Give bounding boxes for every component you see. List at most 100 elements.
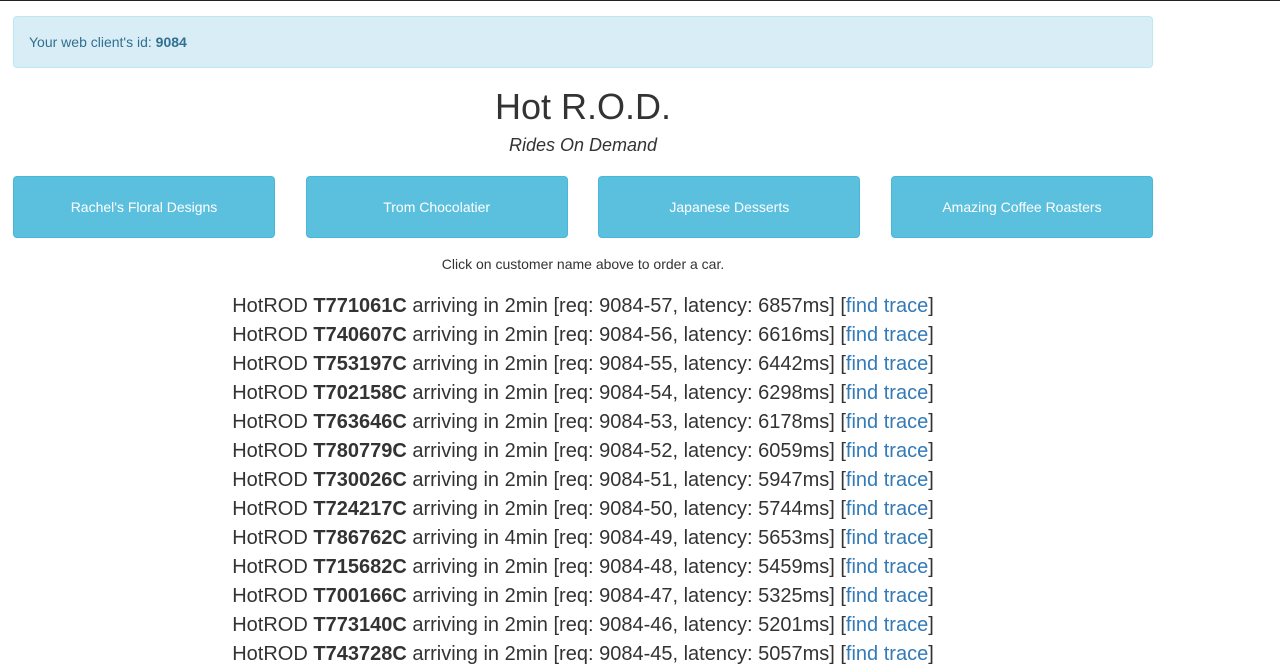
ride-latency: 5653ms <box>758 527 830 549</box>
ride-arriving-label: arriving in <box>406 556 505 578</box>
find-trace-link[interactable]: find trace <box>846 440 928 462</box>
ride-latency-label: , latency: <box>672 440 759 462</box>
ride-prefix: HotROD <box>232 469 314 491</box>
ride-prefix: HotROD <box>232 353 314 375</box>
ride-eta: 2min <box>504 498 548 520</box>
ride-latency: 6059ms <box>758 440 830 462</box>
ride-arriving-label: arriving in <box>406 585 505 607</box>
ride-latency: 6178ms <box>758 411 830 433</box>
ride-car-id: T773140C <box>313 614 407 636</box>
find-trace-link[interactable]: find trace <box>846 643 928 665</box>
ride-prefix: HotROD <box>232 295 314 317</box>
ride-car-id: T780779C <box>313 440 407 462</box>
ride-latency-label: , latency: <box>672 411 759 433</box>
ride-latency: 5325ms <box>758 585 830 607</box>
find-trace-link[interactable]: find trace <box>846 411 928 433</box>
customer-button-trom-chocolatier[interactable]: Trom Chocolatier <box>305 176 568 238</box>
ride-bracket-close: ] <box>928 498 934 520</box>
ride-arriving-label: arriving in <box>406 295 505 317</box>
ride-req-label: [req: <box>547 440 600 462</box>
find-trace-link[interactable]: find trace <box>846 498 928 520</box>
customer-button-japanese-desserts[interactable]: Japanese Desserts <box>598 176 861 238</box>
ride-eta: 2min <box>504 585 548 607</box>
ride-req-label: [req: <box>547 382 600 404</box>
ride-req-id: 9084-48 <box>599 556 673 578</box>
ride-req-id: 9084-45 <box>599 643 673 665</box>
ride-prefix: HotROD <box>232 556 314 578</box>
ride-car-id: T724217C <box>313 498 407 520</box>
find-trace-link[interactable]: find trace <box>846 585 928 607</box>
ride-arriving-label: arriving in <box>406 498 505 520</box>
ride-row: HotROD T740607C arriving in 2min [req: 9… <box>13 321 1153 350</box>
ride-bracket-open: ] [ <box>829 440 846 462</box>
main-container: Your web client's id: 9084 Hot R.O.D. Ri… <box>13 16 1153 669</box>
ride-eta: 2min <box>504 643 548 665</box>
page-title: Hot R.O.D. <box>494 86 672 127</box>
customer-buttons: Rachel's Floral Designs Trom Chocolatier… <box>13 176 1153 238</box>
ride-row: HotROD T715682C arriving in 2min [req: 9… <box>13 553 1153 582</box>
ride-car-id: T743728C <box>313 643 407 665</box>
find-trace-link[interactable]: find trace <box>846 469 928 491</box>
ride-prefix: HotROD <box>232 411 314 433</box>
ride-row: HotROD T702158C arriving in 2min [req: 9… <box>13 379 1153 408</box>
page-subtitle: Rides On Demand <box>508 135 658 155</box>
client-id-alert: Your web client's id: 9084 <box>13 16 1153 68</box>
ride-latency: 5744ms <box>758 498 830 520</box>
ride-req-id: 9084-47 <box>599 585 673 607</box>
ride-latency-label: , latency: <box>672 353 759 375</box>
ride-car-id: T740607C <box>313 324 407 346</box>
ride-bracket-close: ] <box>928 469 934 491</box>
ride-latency-label: , latency: <box>672 643 759 665</box>
ride-latency-label: , latency: <box>672 324 759 346</box>
customer-button-rachels-floral-designs[interactable]: Rachel's Floral Designs <box>13 176 275 238</box>
ride-eta: 2min <box>504 440 548 462</box>
customer-button-amazing-coffee-roasters[interactable]: Amazing Coffee Roasters <box>890 176 1153 238</box>
ride-req-label: [req: <box>547 324 600 346</box>
find-trace-link[interactable]: find trace <box>846 353 928 375</box>
ride-req-id: 9084-56 <box>599 324 673 346</box>
ride-car-id: T763646C <box>313 411 407 433</box>
ride-req-label: [req: <box>547 498 600 520</box>
ride-eta: 2min <box>504 556 548 578</box>
ride-req-id: 9084-51 <box>599 469 673 491</box>
ride-req-id: 9084-57 <box>599 295 673 317</box>
ride-latency-label: , latency: <box>672 585 759 607</box>
ride-latency-label: , latency: <box>672 498 759 520</box>
ride-bracket-close: ] <box>928 295 934 317</box>
ride-car-id: T753197C <box>313 353 407 375</box>
ride-latency: 5947ms <box>758 469 830 491</box>
ride-bracket-close: ] <box>928 527 934 549</box>
ride-req-id: 9084-50 <box>599 498 673 520</box>
ride-bracket-open: ] [ <box>829 556 846 578</box>
find-trace-link[interactable]: find trace <box>846 556 928 578</box>
ride-latency: 5201ms <box>758 614 830 636</box>
ride-bracket-open: ] [ <box>829 324 846 346</box>
find-trace-link[interactable]: find trace <box>846 295 928 317</box>
ride-row: HotROD T700166C arriving in 2min [req: 9… <box>13 582 1153 611</box>
ride-arriving-label: arriving in <box>406 440 505 462</box>
ride-arriving-label: arriving in <box>406 643 505 665</box>
ride-car-id: T702158C <box>313 382 407 404</box>
ride-eta: 2min <box>504 324 548 346</box>
ride-car-id: T730026C <box>313 469 407 491</box>
find-trace-link[interactable]: find trace <box>846 324 928 346</box>
ride-req-label: [req: <box>547 585 600 607</box>
find-trace-link[interactable]: find trace <box>846 527 928 549</box>
ride-bracket-close: ] <box>928 324 934 346</box>
ride-req-label: [req: <box>547 295 600 317</box>
ride-eta: 2min <box>504 353 548 375</box>
ride-bracket-close: ] <box>928 614 934 636</box>
ride-row: HotROD T786762C arriving in 4min [req: 9… <box>13 524 1153 553</box>
ride-bracket-close: ] <box>928 585 934 607</box>
ride-row: HotROD T773140C arriving in 2min [req: 9… <box>13 611 1153 640</box>
ride-latency-label: , latency: <box>672 527 759 549</box>
ride-row: HotROD T730026C arriving in 2min [req: 9… <box>13 466 1153 495</box>
ride-req-id: 9084-46 <box>599 614 673 636</box>
ride-row: HotROD T771061C arriving in 2min [req: 9… <box>13 292 1153 321</box>
ride-bracket-open: ] [ <box>829 295 846 317</box>
find-trace-link[interactable]: find trace <box>846 382 928 404</box>
ride-prefix: HotROD <box>232 614 314 636</box>
find-trace-link[interactable]: find trace <box>846 614 928 636</box>
ride-latency-label: , latency: <box>672 295 759 317</box>
ride-latency-label: , latency: <box>672 382 759 404</box>
